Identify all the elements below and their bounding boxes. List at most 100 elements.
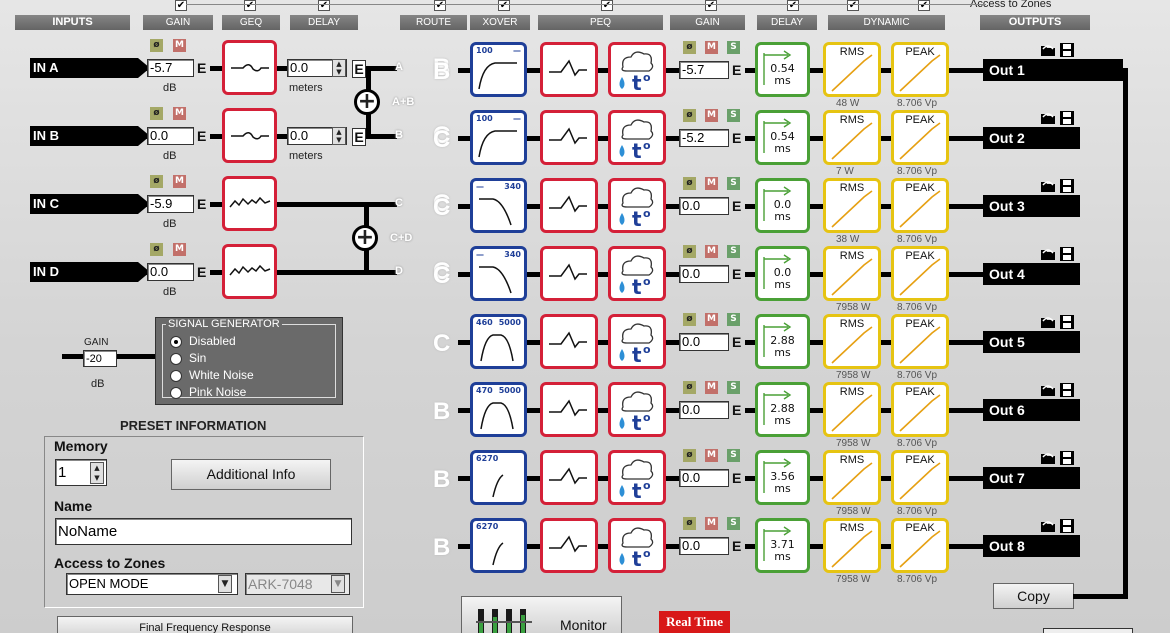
peq-block[interactable] — [540, 110, 598, 165]
thermal-block[interactable]: to — [608, 110, 666, 165]
mute-button[interactable]: M — [705, 109, 718, 122]
generator-option[interactable]: Disabled — [170, 334, 330, 350]
generator-option[interactable]: White Noise — [170, 368, 330, 384]
save-icon[interactable] — [1059, 178, 1075, 198]
delay-spinner[interactable]: ▲ ▼ — [332, 127, 346, 145]
folder-icon[interactable] — [1040, 178, 1056, 198]
header-checkbox[interactable]: ✔ — [498, 0, 510, 11]
output-gain-field[interactable]: 0.0 — [679, 265, 729, 283]
thermal-block[interactable]: to — [608, 450, 666, 505]
header-checkbox[interactable]: ✔ — [847, 0, 859, 11]
radio-button[interactable] — [170, 370, 182, 382]
mute-button[interactable]: M — [705, 381, 718, 394]
header-checkbox[interactable]: ✔ — [318, 0, 330, 11]
memory-spinner[interactable]: ▲ ▼ — [90, 462, 104, 484]
output-gain-field[interactable]: 0.0 — [679, 197, 729, 215]
xover-block[interactable]: 460 5000 — [470, 314, 527, 369]
phase-button[interactable]: ø — [683, 381, 696, 394]
folder-icon[interactable] — [1040, 382, 1056, 402]
device-chevron-icon[interactable]: ▼ — [331, 575, 345, 593]
mode-select[interactable]: OPEN MODE — [66, 573, 238, 595]
output-delay-block[interactable]: 0.0 ms — [755, 178, 810, 233]
peq-block[interactable] — [540, 382, 598, 437]
mute-button[interactable]: M — [705, 517, 718, 530]
phase-button[interactable]: ø — [683, 109, 696, 122]
solo-button[interactable]: S — [727, 109, 740, 122]
gain-edit-button[interactable]: E — [732, 62, 741, 78]
name-field[interactable]: NoName — [55, 518, 352, 545]
phase-button[interactable]: ø — [150, 39, 163, 52]
mute-button[interactable]: M — [705, 449, 718, 462]
rms-limiter-block[interactable]: RMS — [823, 314, 881, 369]
peak-limiter-block[interactable]: PEAK — [891, 518, 949, 573]
monitor-button[interactable]: Monitor — [461, 596, 622, 633]
mute-button[interactable]: M — [705, 177, 718, 190]
output-gain-field[interactable]: -5.2 — [679, 129, 729, 147]
folder-icon[interactable] — [1040, 110, 1056, 130]
thermal-block[interactable]: to — [608, 178, 666, 233]
output-delay-block[interactable]: 3.56 ms — [755, 450, 810, 505]
gain-edit-button[interactable]: E — [732, 334, 741, 350]
rms-limiter-block[interactable]: RMS — [823, 246, 881, 301]
gain-edit-button[interactable]: E — [732, 402, 741, 418]
header-checkbox[interactable]: ✔ — [918, 0, 930, 11]
geq-block[interactable] — [222, 108, 277, 163]
peq-block[interactable] — [540, 246, 598, 301]
gain-edit-button[interactable]: E — [732, 198, 741, 214]
phase-button[interactable]: ø — [683, 313, 696, 326]
rms-limiter-block[interactable]: RMS — [823, 178, 881, 233]
mute-button[interactable]: M — [173, 175, 186, 188]
delay-edit-button[interactable]: E — [352, 128, 366, 146]
thermal-block[interactable]: to — [608, 518, 666, 573]
output-delay-block[interactable]: 0.54 ms — [755, 110, 810, 165]
xover-block[interactable]: 100 — — [470, 42, 527, 97]
phase-button[interactable]: ø — [150, 175, 163, 188]
folder-icon[interactable] — [1040, 246, 1056, 266]
final-frequency-button[interactable]: Final Frequency Response — [57, 616, 353, 633]
xover-block[interactable]: — 340 — [470, 246, 527, 301]
input-gain-field[interactable]: -5.9 — [147, 195, 194, 213]
mute-button[interactable]: M — [705, 313, 718, 326]
folder-icon[interactable] — [1040, 42, 1056, 62]
rms-limiter-block[interactable]: RMS — [823, 450, 881, 505]
folder-icon[interactable] — [1040, 314, 1056, 334]
xover-block[interactable]: 100 — — [470, 110, 527, 165]
rms-limiter-block[interactable]: RMS — [823, 518, 881, 573]
geq-block[interactable] — [222, 176, 277, 231]
xover-block[interactable]: 6270 — [470, 450, 527, 505]
thermal-block[interactable]: to — [608, 314, 666, 369]
header-checkbox[interactable]: ✔ — [787, 0, 799, 11]
copy-button[interactable]: Copy — [993, 583, 1074, 609]
save-icon[interactable] — [1059, 314, 1075, 334]
header-checkbox[interactable]: ✔ — [601, 0, 613, 11]
input-gain-field[interactable]: -5.7 — [147, 59, 194, 77]
gain-edit-button[interactable]: E — [197, 128, 206, 144]
phase-button[interactable]: ø — [683, 177, 696, 190]
chevron-down-icon[interactable]: ▼ — [218, 575, 232, 593]
gain-edit-button[interactable]: E — [732, 130, 741, 146]
solo-button[interactable]: S — [727, 381, 740, 394]
gain-edit-button[interactable]: E — [732, 470, 741, 486]
input-gain-field[interactable]: 0.0 — [147, 263, 194, 281]
mute-button[interactable]: M — [173, 107, 186, 120]
solo-button[interactable]: S — [727, 517, 740, 530]
rms-limiter-block[interactable]: RMS — [823, 382, 881, 437]
additional-info-button[interactable]: Additional Info — [171, 459, 331, 490]
gain-edit-button[interactable]: E — [732, 538, 741, 554]
save-icon[interactable] — [1059, 42, 1075, 62]
output-gain-field[interactable]: 0.0 — [679, 537, 729, 555]
peq-block[interactable] — [540, 450, 598, 505]
peak-limiter-block[interactable]: PEAK — [891, 42, 949, 97]
phase-button[interactable]: ø — [683, 517, 696, 530]
peak-limiter-block[interactable]: PEAK — [891, 246, 949, 301]
solo-button[interactable]: S — [727, 449, 740, 462]
phase-button[interactable]: ø — [683, 41, 696, 54]
output-gain-field[interactable]: 0.0 — [679, 401, 729, 419]
header-checkbox[interactable]: ✔ — [705, 0, 717, 11]
geq-block[interactable] — [222, 40, 277, 95]
peq-block[interactable] — [540, 42, 598, 97]
thermal-block[interactable]: to — [608, 246, 666, 301]
output-delay-block[interactable]: 2.88 ms — [755, 314, 810, 369]
rms-limiter-block[interactable]: RMS — [823, 42, 881, 97]
generator-option[interactable]: Sin — [170, 351, 330, 367]
